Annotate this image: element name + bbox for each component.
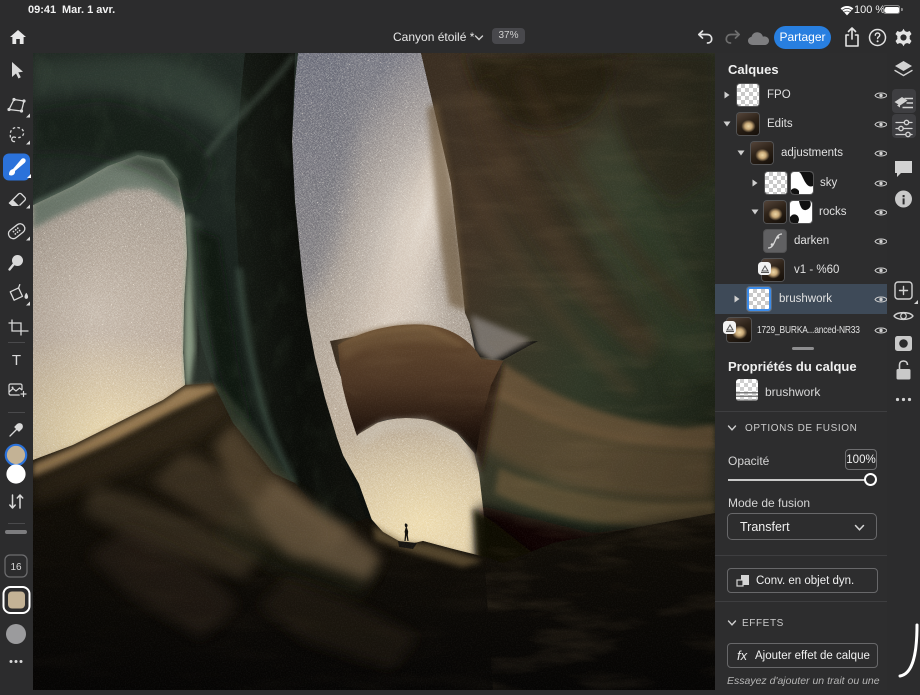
svg-text:16: 16	[10, 562, 22, 573]
svg-text:T: T	[12, 352, 21, 369]
